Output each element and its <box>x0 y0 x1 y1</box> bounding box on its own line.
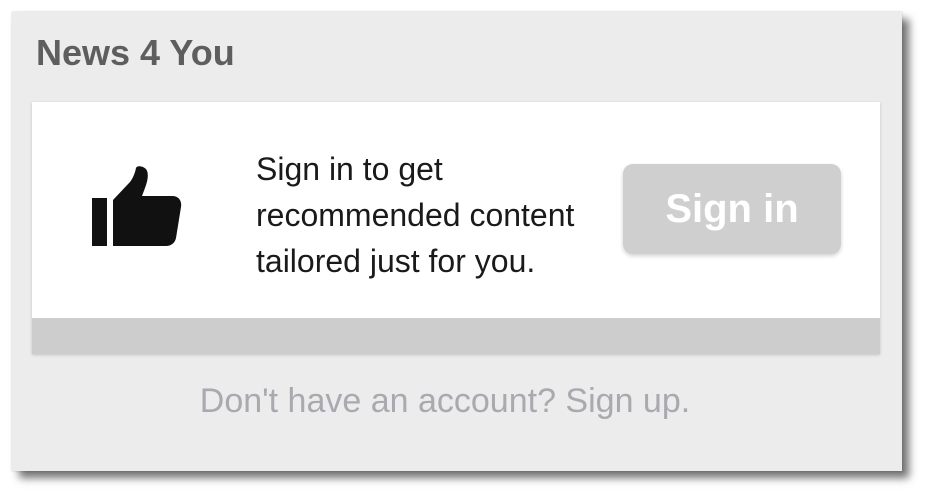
message-line: recommended content <box>256 197 575 233</box>
signup-link[interactable]: Don't have an account? Sign up. <box>12 382 878 421</box>
news-widget: News 4 You Sign in to get recommended co… <box>12 12 902 471</box>
message-line: Sign in to get <box>256 151 443 187</box>
thumbs-up-icon <box>92 166 182 248</box>
widget-title: News 4 You <box>36 32 235 73</box>
signin-card: Sign in to get recommended content tailo… <box>32 102 880 354</box>
signin-button[interactable]: Sign in <box>623 164 841 254</box>
signin-message: Sign in to get recommended content tailo… <box>256 146 636 284</box>
card-footer-bar <box>32 318 880 354</box>
message-line: tailored just for you. <box>256 243 536 279</box>
